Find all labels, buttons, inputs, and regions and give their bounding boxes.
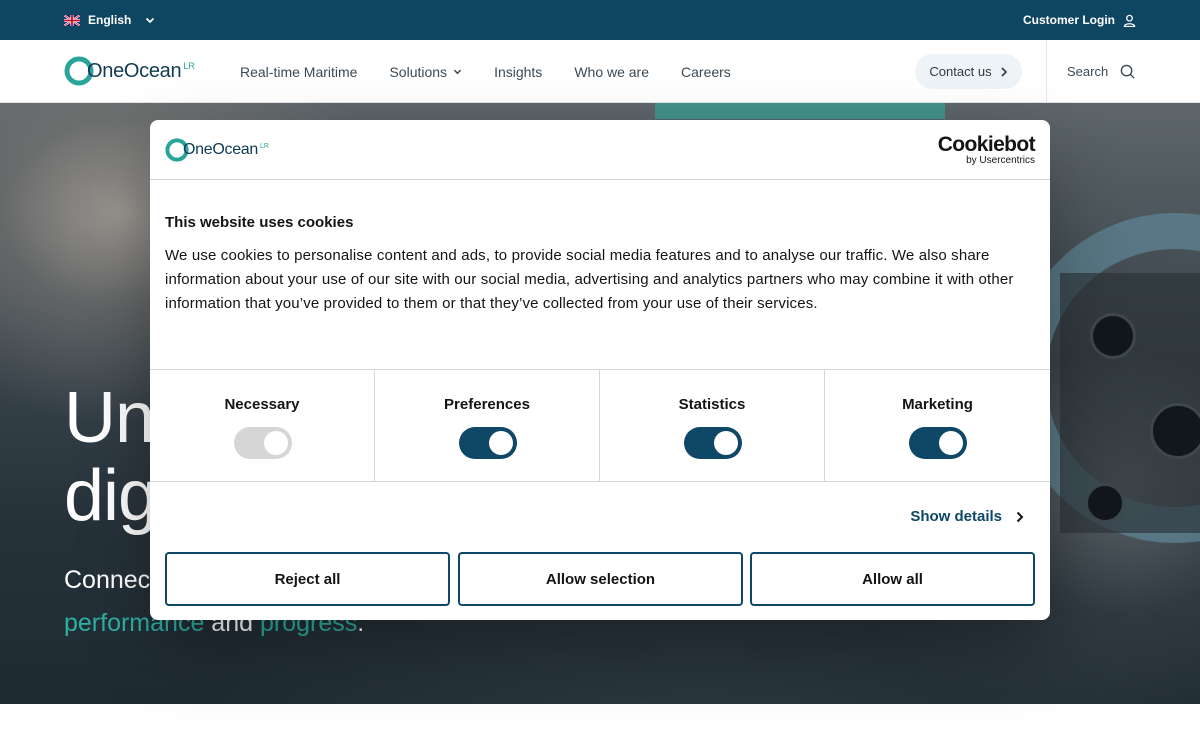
chevron-right-icon	[1016, 511, 1024, 522]
consent-category-label: Necessary	[224, 396, 300, 413]
cookie-consent-dialog: OneOcean LR Cookiebot by Usercentrics Th…	[150, 120, 1050, 620]
toggle-knob	[714, 431, 738, 455]
hero-title: Un dig	[64, 378, 158, 536]
primary-menu: Real-time Maritime Solutions Insights Wh…	[240, 40, 763, 103]
cookiebot-logo[interactable]: Cookiebot by Usercentrics	[937, 133, 1036, 166]
cookie-dialog-header: OneOcean LR Cookiebot by Usercentrics	[150, 120, 1050, 180]
nav-item-label: Careers	[681, 63, 731, 80]
search-label: Search	[1067, 64, 1109, 79]
consent-category-preferences: Preferences	[375, 370, 600, 481]
chevron-down-icon	[146, 17, 155, 24]
cookiebot-name: Cookiebot	[937, 133, 1036, 156]
language-label: English	[88, 13, 132, 27]
language-selector[interactable]: English	[64, 0, 155, 40]
chevron-right-icon	[1001, 66, 1007, 77]
search-button[interactable]: Search	[1067, 40, 1135, 103]
hero-background-knob	[1085, 483, 1125, 523]
nav-item-label: Real-time Maritime	[240, 63, 358, 80]
search-icon	[1120, 64, 1135, 79]
cookie-logo-text: OneOcean	[183, 141, 258, 158]
hero-background-detail	[655, 103, 945, 119]
show-details-link[interactable]: Show details	[910, 508, 1024, 525]
nav-item-insights[interactable]: Insights	[494, 64, 542, 80]
customer-login-label: Customer Login	[1023, 13, 1115, 27]
brand-name: OneOcean	[87, 59, 182, 82]
nav-item-label: Who we are	[574, 63, 650, 80]
brand-superscript: LR	[183, 61, 195, 71]
preferences-toggle[interactable]	[459, 427, 517, 459]
necessary-toggle	[234, 427, 292, 459]
cookie-dialog-logo: OneOcean LR	[165, 138, 269, 162]
toggle-knob	[264, 431, 288, 455]
cookie-logo-superscript: LR	[259, 142, 269, 150]
user-icon	[1123, 14, 1136, 27]
consent-category-statistics: Statistics	[600, 370, 825, 481]
hero-title-line: Un	[64, 378, 155, 458]
nav-item-label: Solutions	[389, 63, 448, 80]
top-utility-bar: English Customer Login	[0, 0, 1200, 40]
customer-login-link[interactable]: Customer Login	[1023, 0, 1136, 40]
nav-divider	[1046, 40, 1047, 103]
allow-all-button[interactable]: Allow all	[750, 552, 1035, 606]
uk-flag-icon	[64, 14, 80, 26]
chevron-down-icon	[453, 69, 462, 75]
contact-us-label: Contact us	[929, 64, 992, 79]
toggle-knob	[489, 431, 513, 455]
marketing-toggle[interactable]	[909, 427, 967, 459]
oneocean-logo[interactable]: OneOcean LR	[64, 55, 195, 87]
contact-us-button[interactable]: Contact us	[915, 54, 1022, 89]
toggle-knob	[939, 431, 963, 455]
consent-category-label: Marketing	[902, 396, 973, 413]
nav-item-careers[interactable]: Careers	[681, 64, 731, 80]
hero-background-knob	[1090, 313, 1136, 359]
consent-category-label: Statistics	[678, 396, 746, 413]
allow-selection-button[interactable]: Allow selection	[458, 552, 743, 606]
consent-categories: Necessary Preferences Statistics Marketi…	[150, 369, 1050, 482]
statistics-toggle[interactable]	[684, 427, 742, 459]
nav-item-solutions[interactable]: Solutions	[389, 64, 462, 80]
nav-item-label: Insights	[494, 63, 543, 80]
consent-category-marketing: Marketing	[825, 370, 1050, 481]
nav-item-real-time-maritime[interactable]: Real-time Maritime	[240, 64, 357, 80]
hero-background-knob	[1150, 403, 1200, 459]
hero-title-line: dig	[64, 456, 158, 536]
main-navigation: OneOcean LR Real-time Maritime Solutions…	[0, 40, 1200, 103]
nav-item-who-we-are[interactable]: Who we are	[574, 64, 649, 80]
cookie-dialog-title: This website uses cookies	[165, 214, 354, 231]
consent-category-necessary: Necessary	[150, 370, 375, 481]
consent-category-label: Preferences	[444, 396, 530, 413]
show-details-label: Show details	[910, 508, 1002, 525]
reject-all-button[interactable]: Reject all	[165, 552, 450, 606]
cookiebot-byline: by Usercentrics	[966, 155, 1035, 166]
cookie-dialog-body: We use cookies to personalise content an…	[165, 247, 1014, 312]
